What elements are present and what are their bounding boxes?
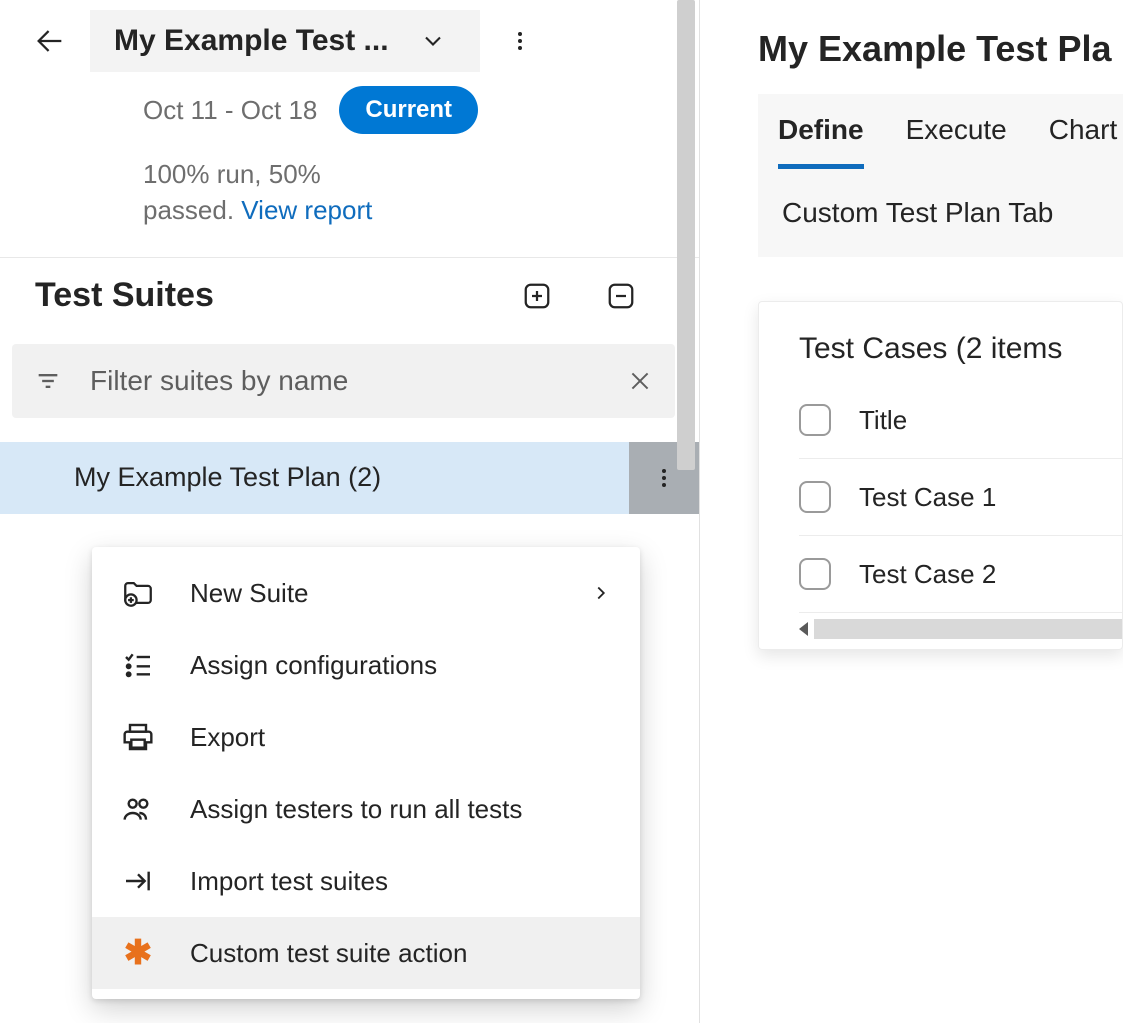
more-options-button[interactable] — [500, 21, 540, 61]
column-title[interactable]: Title — [859, 405, 907, 436]
row-checkbox[interactable] — [799, 558, 831, 590]
tab-execute[interactable]: Execute — [906, 114, 1007, 169]
folder-plus-icon — [120, 575, 156, 611]
case-title: Test Case 2 — [859, 559, 996, 590]
extension-icon: ✱ — [120, 935, 156, 971]
table-row[interactable]: Test Case 2 — [799, 536, 1122, 613]
table-row[interactable]: Test Case 1 — [799, 459, 1122, 536]
collapse-all-button[interactable] — [599, 274, 643, 318]
menu-assign-testers[interactable]: Assign testers to run all tests — [92, 773, 640, 845]
print-icon — [120, 719, 156, 755]
expand-all-button[interactable] — [515, 274, 559, 318]
table-header-row: Title — [799, 382, 1122, 459]
row-checkbox[interactable] — [799, 481, 831, 513]
tab-define[interactable]: Define — [778, 114, 864, 169]
menu-custom-suite-action[interactable]: ✱ Custom test suite action — [92, 917, 640, 989]
date-range: Oct 11 - Oct 18 — [143, 95, 317, 126]
filter-suites-input[interactable] — [88, 364, 601, 398]
clear-filter-icon[interactable] — [627, 368, 653, 394]
suite-row-label: My Example Test Plan (2) — [74, 462, 629, 493]
chevron-down-icon — [419, 27, 447, 55]
back-button[interactable] — [30, 21, 70, 61]
people-icon — [120, 791, 156, 827]
suite-row-selected[interactable]: My Example Test Plan (2) — [0, 442, 699, 514]
filter-suites-box[interactable] — [12, 344, 675, 418]
checklist-icon — [120, 647, 156, 683]
select-all-checkbox[interactable] — [799, 404, 831, 436]
view-report-link[interactable]: View report — [241, 195, 372, 225]
test-plan-dropdown[interactable]: My Example Test ... — [90, 10, 480, 72]
run-stats: 100% run, 50% passed. View report — [143, 156, 483, 229]
right-panel: My Example Test Pla Define Execute Chart… — [700, 0, 1123, 1023]
page-title: My Example Test Pla — [758, 28, 1123, 70]
iteration-current-badge: Current — [339, 86, 478, 134]
test-plan-title: My Example Test ... — [114, 24, 389, 58]
vertical-scrollbar[interactable] — [677, 0, 695, 470]
test-suites-heading: Test Suites — [35, 276, 475, 315]
filter-icon — [34, 367, 62, 395]
import-icon — [120, 863, 156, 899]
menu-export[interactable]: Export — [92, 701, 640, 773]
menu-assign-configurations[interactable]: Assign configurations — [92, 629, 640, 701]
test-cases-card: Test Cases (2 items Title Test Case 1 Te… — [758, 301, 1123, 650]
menu-import-suites[interactable]: Import test suites — [92, 845, 640, 917]
horizontal-scrollbar[interactable] — [799, 619, 1122, 639]
custom-tab-area[interactable]: Custom Test Plan Tab — [778, 169, 1123, 257]
suite-context-menu: New Suite Assign configurations — [92, 547, 640, 999]
chevron-right-icon — [590, 582, 612, 604]
menu-new-suite[interactable]: New Suite — [92, 557, 640, 629]
tab-chart[interactable]: Chart — [1049, 114, 1117, 169]
left-panel: My Example Test ... Oct 11 - Oct 18 Curr… — [0, 0, 700, 1023]
tab-bar: Define Execute Chart — [778, 94, 1123, 169]
case-title: Test Case 1 — [859, 482, 996, 513]
test-cases-heading: Test Cases (2 items — [799, 332, 1122, 366]
